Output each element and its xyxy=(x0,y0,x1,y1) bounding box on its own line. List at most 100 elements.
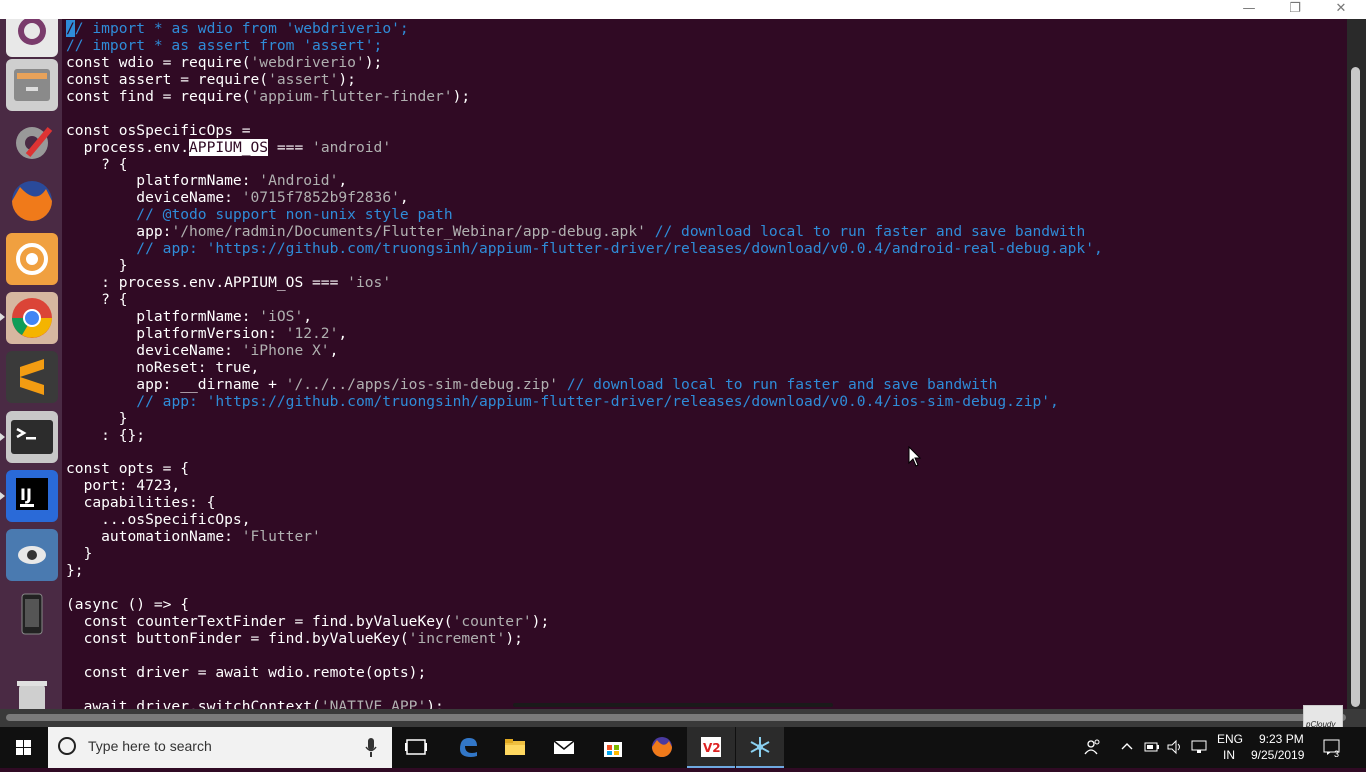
horizontal-scrollbar[interactable] xyxy=(0,703,1366,727)
restore-button[interactable]: ❐ xyxy=(1272,0,1318,19)
store-icon xyxy=(604,742,622,757)
input-language[interactable]: ENG xyxy=(1217,732,1243,746)
code-line: const osSpecificOps = xyxy=(66,121,251,139)
intellij-icon[interactable]: IJ xyxy=(6,470,58,522)
code-line: capabilities: { xyxy=(66,494,216,512)
code-line: } xyxy=(66,545,93,563)
running-indicator xyxy=(0,433,5,441)
task-view-icon xyxy=(405,739,427,755)
code-line: const find = require('appium-flutter-fin… xyxy=(66,87,471,105)
clock-date[interactable]: 9/25/2019 xyxy=(1251,748,1304,762)
horizontal-scrollbar-track[interactable] xyxy=(6,714,1346,721)
code-line: // app: 'https://github.com/truongsinh/a… xyxy=(136,392,1059,410)
taskbar-search-box[interactable]: Type here to search xyxy=(48,727,392,768)
terminal-icon[interactable] xyxy=(6,411,58,463)
svg-text:V2: V2 xyxy=(703,741,721,755)
code-line: } xyxy=(66,257,128,275)
code-line: platformName: 'iOS', xyxy=(66,307,313,325)
code-line: platformVersion: '12.2', xyxy=(66,324,348,342)
ubuntu-software-icon[interactable] xyxy=(6,233,58,285)
code-line: deviceName: 'iPhone X', xyxy=(66,341,339,359)
start-button[interactable] xyxy=(0,727,48,768)
file-explorer-button[interactable] xyxy=(491,727,539,768)
snowflake-app-button[interactable] xyxy=(736,727,784,768)
code-line: : {}; xyxy=(66,426,146,444)
code-line: }; xyxy=(66,562,84,579)
input-region[interactable]: IN xyxy=(1223,748,1235,762)
firefox-icon xyxy=(652,737,672,757)
code-line: const counterTextFinder = find.byValueKe… xyxy=(66,612,550,630)
code-line: deviceName: '0715f7852b9f2836', xyxy=(66,189,409,207)
mail-icon xyxy=(553,740,575,754)
notification-count: 3 xyxy=(1334,749,1340,759)
code-line: ? { xyxy=(66,155,128,173)
code-line: ? { xyxy=(66,291,128,308)
chrome-icon[interactable] xyxy=(6,292,58,344)
code-line: const driver = await wdio.remote(opts); xyxy=(66,663,427,681)
microphone-icon[interactable] xyxy=(364,737,378,759)
edge-button[interactable] xyxy=(444,727,492,768)
people-icon[interactable] xyxy=(1084,738,1102,756)
ubuntu-launcher: IJ xyxy=(0,19,62,709)
remote-desktop-icon[interactable] xyxy=(6,529,58,581)
chevron-up-icon[interactable] xyxy=(1120,740,1134,752)
vertical-scrollbar[interactable] xyxy=(1347,19,1366,709)
battery-icon[interactable] xyxy=(1143,739,1161,755)
code-line: // import * as wdio from 'webdriverio'; xyxy=(66,20,409,37)
svg-text:IJ: IJ xyxy=(20,485,32,504)
sublime-text-icon[interactable] xyxy=(6,351,58,403)
code-line: port: 4723, xyxy=(66,477,181,495)
close-button[interactable]: ✕ xyxy=(1318,0,1364,19)
vnc-viewer-icon: V2 xyxy=(701,737,721,757)
clock-time[interactable]: 9:23 PM xyxy=(1259,732,1304,746)
volume-icon[interactable] xyxy=(1166,738,1184,756)
android-device-icon[interactable] xyxy=(6,588,58,640)
firefox-icon[interactable] xyxy=(6,175,58,227)
vertical-scrollbar-thumb[interactable] xyxy=(1351,67,1360,707)
ubuntu-dash-icon[interactable] xyxy=(6,19,58,57)
running-indicator xyxy=(0,313,5,321)
snowflake-app-icon xyxy=(750,737,770,757)
store-button[interactable] xyxy=(589,727,637,768)
firefox-taskbar-button[interactable] xyxy=(638,727,686,768)
system-settings-icon[interactable] xyxy=(6,117,58,169)
selected-text: APPIUM_OS xyxy=(189,138,269,156)
code-line: ...osSpecificOps, xyxy=(66,511,251,529)
minimize-button[interactable]: — xyxy=(1226,0,1272,19)
code-line: // @todo support non-unix style path xyxy=(136,206,453,224)
file-explorer-icon xyxy=(505,739,525,755)
code-line: noReset: true, xyxy=(66,358,260,376)
code-line: process.env.APPIUM_OS === 'android' xyxy=(66,138,392,156)
terminal-window[interactable]: // import * as wdio from 'webdriverio'; /… xyxy=(62,19,1347,709)
files-icon[interactable] xyxy=(6,59,58,111)
trash-icon[interactable] xyxy=(6,675,58,709)
windows-taskbar: Type here to search V2 ENG IN 9:23 PM 9/… xyxy=(0,727,1366,768)
code-line: } xyxy=(66,409,128,427)
mail-button[interactable] xyxy=(540,727,588,768)
network-icon[interactable] xyxy=(1190,738,1208,756)
vnc-viewer-button[interactable]: V2 xyxy=(687,727,735,768)
code-line: : process.env.APPIUM_OS === 'ios' xyxy=(66,274,392,292)
task-view-button[interactable] xyxy=(392,727,440,768)
windows-logo-icon xyxy=(16,740,31,755)
code-line: // import * as assert from 'assert'; xyxy=(66,36,383,54)
code-line: platformName: 'Android', xyxy=(66,172,348,190)
code-line: const wdio = require('webdriverio'); xyxy=(66,53,383,71)
code-listing: // import * as wdio from 'webdriverio'; /… xyxy=(66,20,1103,709)
code-line: const opts = { xyxy=(66,460,190,478)
code-line: automationName: 'Flutter' xyxy=(66,528,321,546)
mouse-pointer-icon xyxy=(908,446,922,467)
window-title-bar: — ❐ ✕ xyxy=(0,0,1366,19)
running-indicator xyxy=(0,492,5,500)
code-line: (async () => { xyxy=(66,595,190,613)
code-line: const assert = require('assert'); xyxy=(66,70,356,88)
search-placeholder: Type here to search xyxy=(88,738,212,754)
code-line: app: __dirname + '/../../apps/ios-sim-de… xyxy=(66,375,998,393)
horizontal-scrollbar-thumb[interactable] xyxy=(513,703,833,707)
code-line: app:'/home/radmin/Documents/Flutter_Webi… xyxy=(66,223,1086,241)
